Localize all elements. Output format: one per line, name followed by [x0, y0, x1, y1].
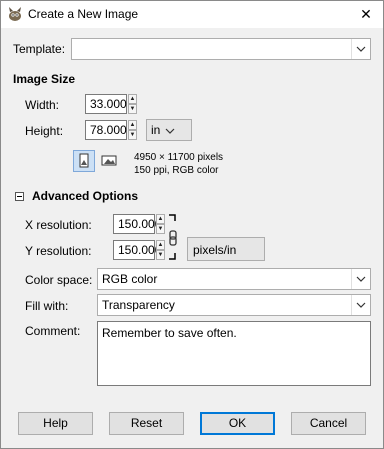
spin-up-icon[interactable]: ▲: [128, 120, 137, 130]
help-button[interactable]: Help: [18, 412, 93, 435]
height-value: 78.000: [90, 123, 127, 137]
x-resolution-spin-buttons[interactable]: ▲ ▼: [156, 214, 165, 234]
resolution-info: 150 ppi, RGB color: [134, 165, 219, 176]
y-resolution-label: Y resolution:: [25, 244, 92, 258]
gimp-app-icon: [9, 7, 21, 21]
template-combo[interactable]: [71, 38, 371, 60]
x-resolution-value: 150.000: [118, 217, 162, 231]
width-spin-buttons[interactable]: ▲ ▼: [128, 94, 137, 114]
landscape-button[interactable]: [99, 150, 121, 172]
height-spin-buttons[interactable]: ▲ ▼: [128, 120, 137, 140]
spin-up-icon[interactable]: ▲: [156, 240, 165, 250]
color-space-label: Color space:: [25, 273, 93, 287]
width-input[interactable]: 33.000: [85, 94, 127, 114]
color-space-value: RGB color: [102, 272, 158, 286]
y-resolution-value: 150.000: [118, 243, 162, 257]
spin-down-icon[interactable]: ▼: [156, 224, 165, 234]
spin-down-icon[interactable]: ▼: [156, 250, 165, 260]
new-image-dialog: Create a New Image ✕ Template: Image Siz…: [0, 0, 384, 449]
height-input[interactable]: 78.000: [85, 120, 127, 140]
spin-down-icon[interactable]: ▼: [128, 104, 137, 114]
fill-with-combo[interactable]: Transparency: [97, 294, 371, 316]
chain-link-icon[interactable]: [167, 213, 179, 261]
chevron-down-icon: [351, 269, 370, 289]
spin-down-icon[interactable]: ▼: [128, 130, 137, 140]
spin-up-icon[interactable]: ▲: [156, 214, 165, 224]
width-label: Width:: [25, 98, 60, 112]
color-space-combo[interactable]: RGB color: [97, 268, 371, 290]
size-unit-combo[interactable]: in: [146, 119, 192, 141]
size-unit-value: in: [151, 123, 161, 137]
title-bar: Create a New Image ✕: [1, 1, 383, 28]
landscape-icon: [101, 155, 117, 166]
chevron-down-icon: [165, 128, 175, 134]
close-icon[interactable]: ✕: [349, 1, 383, 28]
chevron-down-icon: [351, 295, 370, 315]
y-resolution-input[interactable]: 150.000: [113, 240, 161, 260]
comment-label: Comment:: [25, 324, 81, 338]
chevron-down-icon: [351, 39, 370, 59]
reset-button[interactable]: Reset: [109, 412, 184, 435]
width-value: 33.000: [90, 97, 127, 111]
portrait-icon: [79, 153, 89, 168]
portrait-button[interactable]: [73, 150, 95, 172]
cancel-button[interactable]: Cancel: [291, 412, 366, 435]
advanced-options-heading[interactable]: Advanced Options: [32, 189, 138, 203]
fill-with-value: Transparency: [102, 298, 175, 312]
ok-button[interactable]: OK: [200, 412, 275, 435]
template-label: Template:: [13, 42, 66, 56]
collapse-icon[interactable]: [15, 192, 24, 201]
pixel-dimensions-info: 4950 × 11700 pixels: [134, 152, 224, 163]
x-resolution-label: X resolution:: [25, 218, 92, 232]
resolution-unit-combo[interactable]: pixels/in: [187, 237, 265, 261]
height-label: Height:: [25, 124, 64, 138]
window-title: Create a New Image: [28, 7, 139, 21]
comment-value: Remember to save often.: [102, 326, 237, 340]
comment-textarea[interactable]: Remember to save often.: [97, 321, 371, 386]
y-resolution-spin-buttons[interactable]: ▲ ▼: [156, 240, 165, 260]
fill-with-label: Fill with:: [25, 299, 69, 313]
image-size-heading: Image Size: [13, 72, 76, 86]
resolution-unit-value: pixels/in: [193, 243, 237, 257]
x-resolution-input[interactable]: 150.000: [113, 214, 161, 234]
spin-up-icon[interactable]: ▲: [128, 94, 137, 104]
